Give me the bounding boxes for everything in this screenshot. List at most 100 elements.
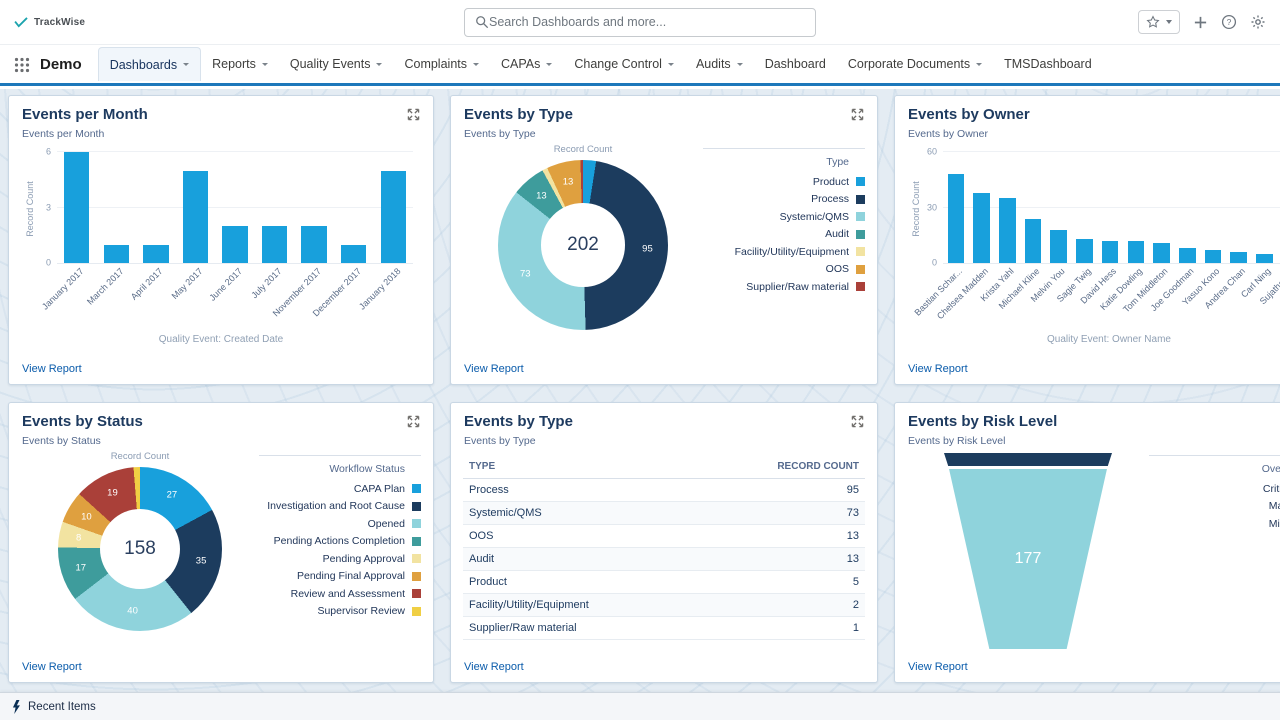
chart-legend: OverallCriticalMajorMinor <box>1149 455 1280 661</box>
bar[interactable] <box>104 245 129 263</box>
funnel-shape[interactable]: 177 <box>944 453 1112 661</box>
table-cell: Product <box>463 571 698 594</box>
view-report-link[interactable]: View Report <box>895 661 1280 682</box>
x-axis-label: April 2017 <box>129 266 165 302</box>
legend-swatch <box>856 177 865 186</box>
legend-label: Critical <box>1263 483 1280 495</box>
table-row[interactable]: Supplier/Raw material1 <box>463 617 865 640</box>
table-row[interactable]: Product5 <box>463 571 865 594</box>
x-axis-label: March 2017 <box>85 266 126 307</box>
bar[interactable] <box>1153 243 1169 263</box>
tab-capas[interactable]: CAPAs <box>490 47 563 81</box>
bar[interactable] <box>222 226 247 263</box>
tab-quality-events[interactable]: Quality Events <box>279 47 394 81</box>
bar[interactable] <box>1256 254 1272 263</box>
card-header: Events by Risk Level Events by Risk Leve… <box>895 403 1280 447</box>
bar[interactable] <box>1102 241 1118 263</box>
x-axis-label: May 2017 <box>169 266 204 301</box>
utility-bar-recent-items[interactable]: Recent Items <box>0 692 1280 720</box>
axis-caption: Record Count <box>554 144 613 155</box>
x-axis-label: June 2017 <box>207 266 244 303</box>
table-cell: OOS <box>463 525 698 548</box>
tab-label: Dashboards <box>110 58 177 72</box>
view-report-link[interactable]: View Report <box>895 363 1280 384</box>
bar-plot: 03060 <box>943 152 1280 264</box>
bar[interactable] <box>183 171 208 264</box>
global-actions-button[interactable] <box>1193 15 1208 30</box>
table-cell: 13 <box>698 548 865 571</box>
global-search[interactable] <box>464 8 816 37</box>
table-row[interactable]: Process95 <box>463 479 865 502</box>
legend-label: Facility/Utility/Equipment <box>735 246 849 258</box>
tab-audits[interactable]: Audits <box>685 47 754 81</box>
table-cell: 13 <box>698 525 865 548</box>
bar[interactable] <box>1128 241 1144 263</box>
bar[interactable] <box>1205 250 1221 263</box>
bar[interactable] <box>1179 248 1195 263</box>
legend-swatch <box>856 282 865 291</box>
recent-items-label: Recent Items <box>28 701 96 713</box>
table-events-by-type: TYPERECORD COUNTProcess95Systemic/QMS73O… <box>463 449 865 661</box>
table-cell: Systemic/QMS <box>463 502 698 525</box>
legend-swatch <box>856 230 865 239</box>
legend-swatch <box>856 212 865 221</box>
column-header: RECORD COUNT <box>698 455 865 479</box>
bar[interactable] <box>1050 230 1066 263</box>
tab-label: Quality Events <box>290 57 371 71</box>
tab-dashboard[interactable]: Dashboard <box>754 47 837 81</box>
gridline <box>57 207 413 208</box>
tab-reports[interactable]: Reports <box>201 47 279 81</box>
bar[interactable] <box>301 226 326 263</box>
view-report-link[interactable]: View Report <box>451 661 877 682</box>
setup-button[interactable] <box>1250 14 1266 30</box>
table-cell: Supplier/Raw material <box>463 617 698 640</box>
legend-item-review-and-assessment: Review and Assessment <box>259 585 421 603</box>
star-icon <box>1146 15 1160 29</box>
bar[interactable] <box>1230 252 1246 263</box>
bar[interactable] <box>143 245 168 263</box>
tab-corporate-documents[interactable]: Corporate Documents <box>837 47 993 81</box>
favorites-button[interactable] <box>1138 10 1180 34</box>
tab-dashboards[interactable]: Dashboards <box>98 47 201 81</box>
header-actions: ? <box>1096 10 1266 34</box>
help-button[interactable]: ? <box>1221 14 1237 30</box>
table-row[interactable]: OOS13 <box>463 525 865 548</box>
legend-label: Supervisor Review <box>317 605 405 617</box>
segment-value-label: 95 <box>642 244 653 255</box>
tab-tmsdashboard[interactable]: TMSDashboard <box>993 47 1103 81</box>
tab-complaints[interactable]: Complaints <box>393 47 490 81</box>
donut-ring[interactable]: 95731313202 <box>498 160 668 330</box>
chevron-down-icon <box>546 63 552 66</box>
expand-icon[interactable] <box>851 108 864 121</box>
bar[interactable] <box>64 152 89 263</box>
view-report-link[interactable]: View Report <box>451 363 877 384</box>
bar[interactable] <box>1025 219 1041 263</box>
chart-footnote: Quality Event: Created Date <box>21 334 421 345</box>
expand-icon[interactable] <box>851 415 864 428</box>
donut-chart-events-by-type: Record Count95731313202TypeProductProces… <box>463 142 865 363</box>
view-report-link[interactable]: View Report <box>9 661 433 682</box>
card-subtitle: Events by Type <box>464 128 573 140</box>
bar[interactable] <box>999 198 1015 263</box>
table-row[interactable]: Facility/Utility/Equipment2 <box>463 594 865 617</box>
bar[interactable] <box>262 226 287 263</box>
bar[interactable] <box>341 245 366 263</box>
bar[interactable] <box>948 174 964 263</box>
legend-item-opened: Opened <box>259 515 421 533</box>
donut-ring[interactable]: 2735401781019158 <box>58 467 222 631</box>
bar[interactable] <box>381 171 406 264</box>
search-input[interactable] <box>489 15 805 29</box>
trackwise-logo[interactable]: TrackWise <box>14 17 184 28</box>
bar[interactable] <box>973 193 989 263</box>
table-row[interactable]: Audit13 <box>463 548 865 571</box>
expand-icon[interactable] <box>407 415 420 428</box>
tab-change-control[interactable]: Change Control <box>563 47 685 81</box>
expand-icon[interactable] <box>407 108 420 121</box>
table-row[interactable]: Systemic/QMS73 <box>463 502 865 525</box>
bar[interactable] <box>1076 239 1092 263</box>
card-subtitle: Events per Month <box>22 128 148 140</box>
app-launcher-icon[interactable] <box>14 57 30 73</box>
view-report-link[interactable]: View Report <box>9 363 433 384</box>
tab-label: Complaints <box>404 57 467 71</box>
tab-label: Reports <box>212 57 256 71</box>
